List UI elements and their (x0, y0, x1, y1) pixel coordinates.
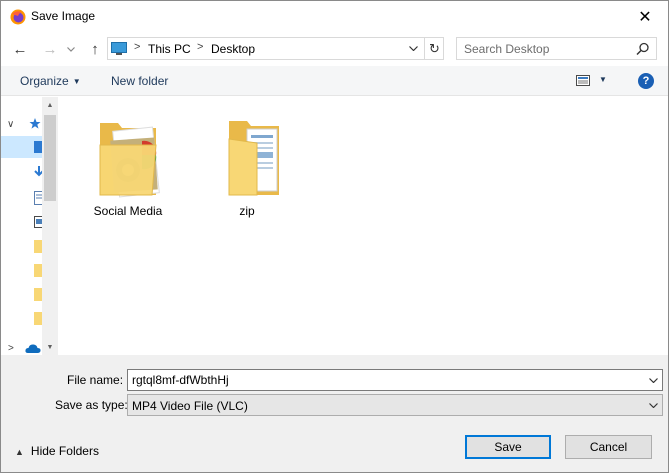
file-name-label: zip (239, 204, 255, 218)
change-view-icon[interactable] (576, 75, 590, 86)
chevron-down-icon (67, 46, 75, 52)
save-image-dialog: Save Image ✕ ← → ↑ > This PC > Desktop ↻ (0, 0, 669, 473)
onedrive-cloud-icon[interactable] (25, 343, 41, 354)
title-bar: Save Image ✕ (1, 1, 668, 32)
desktop-icon (34, 141, 42, 153)
command-bar: Organize ▼ New folder ▼ ? (1, 66, 668, 96)
close-icon: ✕ (638, 8, 652, 26)
arrow-left-icon: ← (12, 40, 28, 58)
search-box[interactable] (456, 37, 657, 60)
save-as-type-value: MP4 Video File (VLC) (132, 399, 248, 413)
chevron-down-icon (648, 377, 658, 383)
new-folder-button[interactable]: New folder (111, 74, 168, 88)
breadcrumb-separator[interactable]: > (197, 41, 203, 53)
hide-folders-button[interactable]: ▲ Hide Folders (15, 444, 99, 458)
file-name-label: File name: (67, 373, 124, 387)
organize-button[interactable]: Organize ▼ (20, 74, 81, 88)
chevron-down-icon (408, 46, 418, 51)
back-button[interactable]: ← (9, 39, 31, 59)
file-name-label: Social Media (93, 204, 163, 218)
close-button[interactable]: ✕ (622, 1, 668, 32)
folder-with-images-icon (99, 123, 160, 198)
save-as-type-label: Save as type: (55, 398, 128, 412)
window-title: Save Image (31, 9, 96, 23)
arrow-right-icon: → (42, 40, 58, 58)
this-pc-icon (111, 42, 127, 55)
help-icon[interactable]: ? (638, 73, 654, 89)
refresh-icon: ↻ (429, 40, 440, 56)
refresh-button[interactable]: ↻ (424, 38, 444, 59)
scroll-down-arrow-icon[interactable]: ▼ (42, 339, 58, 355)
forward-button[interactable]: → (39, 39, 61, 59)
file-name-dropdown-button[interactable] (646, 373, 660, 387)
search-input[interactable] (457, 38, 632, 59)
expand-quick-access-icon[interactable]: ∨ (7, 119, 14, 130)
file-name-combobox[interactable] (127, 369, 663, 391)
file-item-social-media[interactable]: Social Media (83, 97, 173, 218)
file-name-input[interactable] (128, 370, 643, 390)
save-as-type-dropdown-button[interactable] (646, 398, 660, 412)
view-options-caret-icon[interactable]: ▼ (599, 75, 607, 84)
up-button[interactable]: ↑ (84, 39, 106, 59)
breadcrumb-separator[interactable]: > (134, 41, 140, 53)
organize-label: Organize (20, 74, 69, 88)
scrollbar-thumb[interactable] (44, 115, 56, 201)
search-icon (636, 42, 649, 56)
chevron-up-icon: ▲ (15, 447, 24, 457)
recent-locations-button[interactable] (63, 39, 79, 59)
expand-onedrive-icon[interactable]: > (8, 343, 14, 354)
firefox-icon (10, 9, 26, 25)
caret-down-icon: ▼ (72, 77, 81, 86)
hide-folders-label: Hide Folders (30, 444, 99, 458)
chevron-down-icon (648, 402, 658, 408)
quick-access-star-icon[interactable] (29, 117, 41, 131)
save-form: File name: Save as type: MP4 Video File … (1, 355, 668, 472)
file-item-zip[interactable]: zip (202, 97, 292, 218)
scroll-up-arrow-icon[interactable]: ▲ (42, 97, 58, 113)
arrow-up-icon: ↑ (91, 40, 99, 58)
navigation-pane: ∨ > ▲ ▼ (1, 97, 58, 355)
address-dropdown-button[interactable] (406, 40, 420, 57)
save-as-type-select[interactable]: MP4 Video File (VLC) (127, 394, 663, 416)
cancel-button[interactable]: Cancel (565, 435, 652, 459)
file-list-view[interactable]: Social Media zip (58, 97, 668, 355)
nav-pane-scrollbar[interactable]: ▲ ▼ (42, 97, 58, 355)
address-bar[interactable]: > This PC > Desktop ↻ (107, 37, 444, 60)
folder-with-documents-icon (228, 121, 279, 196)
save-button[interactable]: Save (465, 435, 551, 459)
breadcrumb-this-pc[interactable]: This PC (148, 42, 191, 56)
selected-nav-item[interactable] (1, 136, 42, 158)
breadcrumb-desktop[interactable]: Desktop (211, 42, 255, 56)
